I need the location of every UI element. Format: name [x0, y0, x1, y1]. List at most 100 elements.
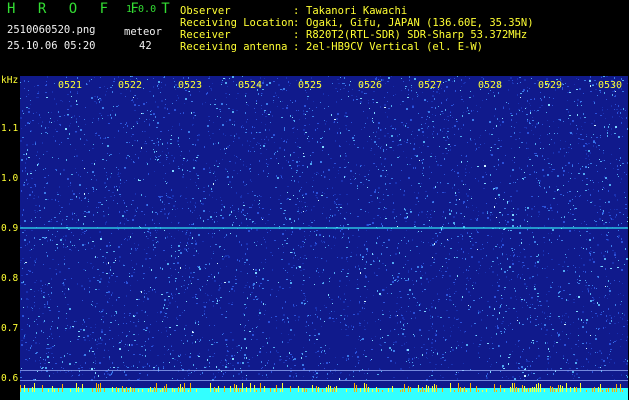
signal-spike — [466, 390, 467, 392]
info-value: Takanori Kawachi — [306, 5, 408, 17]
info-row-antenna: Receiving antenna : 2el-HB9CV Vertical (… — [180, 41, 620, 53]
header-panel: H R O F F T 1.0.0 2510060520.png meteor … — [0, 0, 629, 75]
info-separator: : — [293, 29, 300, 41]
signal-spike — [602, 390, 603, 392]
signal-spike — [326, 387, 327, 392]
signal-spike — [424, 390, 425, 392]
signal-spike — [118, 388, 119, 392]
signal-spike — [528, 388, 529, 392]
signal-spike — [574, 387, 575, 392]
signal-spike — [174, 389, 175, 392]
signal-spike — [234, 384, 235, 392]
signal-spike — [128, 390, 129, 392]
signal-spike — [462, 388, 463, 392]
signal-spike — [274, 389, 275, 392]
info-row-receiver: Receiver : R820T2(RTL-SDR) SDR-Sharp 53.… — [180, 29, 620, 41]
info-label: Receiving antenna — [180, 41, 288, 53]
signal-spike — [188, 390, 189, 392]
meteor-label: meteor — [124, 26, 162, 38]
signal-spike — [218, 386, 219, 392]
carrier-line — [20, 227, 628, 229]
signal-spike — [70, 389, 71, 392]
signal-spike — [184, 383, 185, 392]
signal-spike — [478, 390, 479, 392]
signal-spike — [282, 383, 283, 392]
info-value: R820T2(RTL-SDR) SDR-Sharp 53.372MHz — [306, 29, 528, 41]
signal-spike — [264, 386, 265, 392]
signal-spike — [54, 389, 55, 392]
signal-spike — [418, 385, 419, 392]
signal-spike — [436, 385, 437, 392]
signal-spike — [178, 387, 179, 392]
signal-spike — [138, 389, 139, 392]
info-label: Observer — [180, 5, 231, 17]
signal-spike — [242, 383, 243, 392]
signal-spike — [180, 384, 181, 392]
signal-spike — [154, 387, 155, 392]
signal-spike — [576, 387, 577, 392]
signal-spike — [92, 388, 93, 392]
signal-spike — [34, 383, 35, 392]
signal-spike — [620, 384, 621, 392]
signal-spike — [518, 388, 519, 392]
y-tick-label: 1.1 — [1, 123, 19, 134]
signal-spike — [160, 390, 161, 392]
spectrogram-plot[interactable] — [20, 76, 628, 400]
signal-spike — [500, 385, 501, 392]
signal-spike — [496, 390, 497, 392]
signal-spike — [534, 387, 535, 392]
x-tick-label: 0525 — [298, 80, 323, 91]
signal-spike — [162, 388, 163, 392]
signal-spike — [360, 388, 361, 392]
signal-spike — [96, 383, 97, 392]
signal-spike — [256, 390, 257, 392]
meteor-count: 42 — [139, 40, 152, 52]
signal-spike — [482, 390, 483, 392]
signal-spike — [538, 383, 539, 392]
signal-spike — [566, 383, 567, 392]
signal-spike — [536, 384, 537, 392]
signal-spike — [346, 389, 347, 392]
signal-spike — [434, 384, 435, 392]
info-separator: : — [293, 17, 300, 29]
signal-spike — [336, 386, 337, 392]
signal-spike — [182, 387, 183, 392]
signal-spike — [290, 386, 291, 392]
signal-spike — [524, 386, 525, 392]
signal-spike — [82, 384, 83, 392]
signal-spike — [238, 388, 239, 392]
signal-spike — [164, 386, 165, 392]
signal-spike — [28, 388, 29, 392]
signal-spike — [104, 388, 105, 392]
signal-spike — [606, 389, 607, 392]
signal-spike — [600, 384, 601, 392]
signal-spike — [330, 386, 331, 392]
x-tick-label: 0521 — [58, 80, 83, 91]
y-axis: 1.1 1.0 0.9 0.8 0.7 0.6 — [0, 76, 20, 400]
signal-spike — [172, 388, 173, 392]
signal-spike — [122, 386, 123, 392]
signal-spike — [142, 389, 143, 392]
signal-spike — [560, 385, 561, 392]
signal-spike — [470, 383, 471, 392]
signal-spike — [420, 390, 421, 392]
signal-spike — [354, 383, 355, 392]
signal-spike — [230, 386, 231, 392]
signal-spike — [378, 389, 379, 392]
signal-spike — [514, 383, 515, 392]
signal-spike — [236, 385, 237, 392]
signal-spike — [214, 387, 215, 392]
signal-spike — [24, 385, 25, 392]
signal-spike — [216, 389, 217, 392]
signal-spike — [150, 387, 151, 392]
signal-spike — [580, 383, 581, 392]
signal-spike — [476, 386, 477, 392]
info-row-location: Receiving Location : Ogaki, Gifu, JAPAN … — [180, 17, 620, 29]
signal-spike — [422, 387, 423, 392]
signal-spike — [558, 385, 559, 392]
signal-spike — [130, 387, 131, 392]
signal-spike — [450, 383, 451, 392]
signal-spike — [598, 387, 599, 392]
signal-spike — [210, 383, 211, 392]
spectrogram-canvas — [20, 76, 628, 400]
